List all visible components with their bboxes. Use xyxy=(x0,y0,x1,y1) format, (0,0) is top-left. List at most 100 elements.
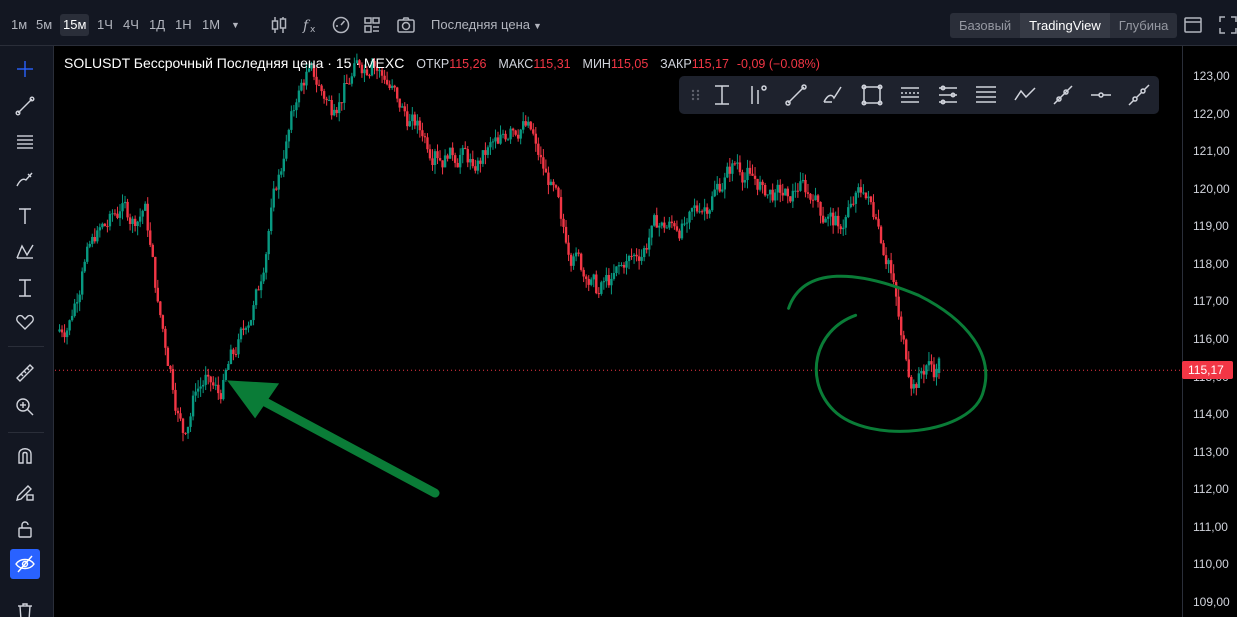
timeframe-1[interactable]: 1м xyxy=(8,14,30,36)
layout-grid-icon[interactable] xyxy=(361,14,383,36)
window-icon[interactable] xyxy=(1182,14,1204,36)
candle-body xyxy=(60,329,64,333)
candle-body xyxy=(229,349,233,364)
trend-line-icon[interactable] xyxy=(12,93,38,119)
candle-body xyxy=(539,154,543,158)
gauge-icon[interactable] xyxy=(330,14,352,36)
brush-icon[interactable] xyxy=(12,166,38,192)
candle-body xyxy=(126,201,129,218)
measure-icon[interactable] xyxy=(12,275,38,301)
timeframe-8[interactable]: 1М xyxy=(199,14,223,36)
candle-body xyxy=(267,230,270,255)
pencil-lock-icon[interactable] xyxy=(12,479,38,505)
camera-icon[interactable] xyxy=(395,14,417,36)
magnet-icon[interactable] xyxy=(12,442,38,468)
hide-drawings-icon[interactable] xyxy=(10,549,40,579)
candle-body xyxy=(650,225,653,238)
view-mode-2[interactable]: TradingView xyxy=(1020,13,1110,38)
ruler-icon[interactable] xyxy=(12,360,38,386)
candle-body xyxy=(201,384,205,387)
view-mode-switch: Базовый TradingView Глубина xyxy=(950,13,1178,38)
lock-icon[interactable] xyxy=(12,516,38,542)
candle-body xyxy=(627,255,631,262)
crosshair-icon[interactable] xyxy=(12,56,38,82)
candle-body xyxy=(705,207,709,214)
candle-body xyxy=(277,174,280,190)
candle-body xyxy=(897,296,900,317)
view-mode-3[interactable]: Глубина xyxy=(1110,13,1178,38)
price-tick-label: 121,00 xyxy=(1193,144,1230,159)
candle-body xyxy=(262,272,265,282)
price-axis[interactable]: 123,00 122,00 121,00 120,00 119,00 118,00 117,… xyxy=(1182,46,1237,617)
candle-body xyxy=(388,84,391,89)
candle-body xyxy=(625,261,628,268)
drag-handle-icon[interactable] xyxy=(683,82,700,108)
heart-icon[interactable] xyxy=(12,309,38,335)
chart-area[interactable]: SOLUSDT Бессрочный Последняя цена · 15 ·… xyxy=(55,46,1182,617)
candle-body xyxy=(542,157,545,169)
rectangle-icon[interactable] xyxy=(859,82,885,108)
candle-body xyxy=(834,215,837,226)
candle-body xyxy=(630,255,633,257)
zoom-in-icon[interactable] xyxy=(12,394,38,420)
text-icon[interactable] xyxy=(12,203,38,229)
brush-icon[interactable] xyxy=(820,82,846,108)
timeframe-6[interactable]: 1Д xyxy=(146,14,168,36)
candle-body xyxy=(688,211,691,223)
extended-line-icon[interactable] xyxy=(1126,82,1152,108)
trash-icon[interactable] xyxy=(12,598,38,617)
candle-body xyxy=(774,192,777,201)
view-mode-1[interactable]: Базовый xyxy=(950,13,1020,38)
price-range-icon[interactable] xyxy=(709,82,735,108)
candle-body xyxy=(111,213,114,215)
candle-body xyxy=(731,163,734,174)
timeframe-7[interactable]: 1Н xyxy=(172,14,195,36)
open-value: 115,26 xyxy=(449,57,487,71)
trend-line-icon[interactable] xyxy=(783,82,809,108)
candle-body xyxy=(622,264,626,268)
fullscreen-icon[interactable] xyxy=(1217,14,1237,36)
candle-body xyxy=(771,189,774,201)
timeframe-more-icon[interactable]: ▼ xyxy=(228,14,243,36)
candle-body xyxy=(65,330,69,338)
fib-extension-icon[interactable] xyxy=(935,82,961,108)
candle-body xyxy=(617,265,621,267)
horizontal-line-icon[interactable] xyxy=(1088,82,1114,108)
candle-body xyxy=(809,193,812,200)
candle-body xyxy=(716,183,719,190)
fib-lines-icon[interactable] xyxy=(12,129,38,155)
fib-retracement-icon[interactable] xyxy=(897,82,923,108)
price-tick-label: 110,00 xyxy=(1193,557,1229,572)
price-tick-label: 111,00 xyxy=(1193,519,1228,534)
candle-body xyxy=(811,199,815,201)
candles-icon[interactable] xyxy=(268,14,290,36)
candle-body xyxy=(108,213,112,227)
candle-body xyxy=(209,376,212,383)
candle-body xyxy=(224,369,228,380)
candle-body xyxy=(665,227,669,229)
ray-icon[interactable] xyxy=(1050,82,1076,108)
flag-marker-icon[interactable] xyxy=(745,82,771,108)
candle-body xyxy=(637,256,641,261)
timeframe-4[interactable]: 1Ч xyxy=(94,14,116,36)
candle-body xyxy=(567,242,570,255)
pattern-icon[interactable] xyxy=(12,239,38,265)
candle-body xyxy=(799,181,802,191)
price-source-dropdown[interactable]: Последняя цена ▼ xyxy=(431,14,542,36)
candle-body xyxy=(915,384,918,388)
candlestick-chart[interactable] xyxy=(55,46,1182,617)
candle-body xyxy=(804,179,807,193)
candle-body xyxy=(295,102,298,111)
parallel-channel-icon[interactable] xyxy=(973,82,999,108)
candle-body xyxy=(234,354,238,356)
timeframe-5[interactable]: 4Ч xyxy=(120,14,142,36)
indicators-icon[interactable]: fx xyxy=(300,14,322,36)
candle-body xyxy=(176,410,180,414)
zigzag-icon[interactable] xyxy=(1012,82,1038,108)
candle-body xyxy=(766,194,769,196)
candle-body xyxy=(181,418,185,433)
timeframe-3[interactable]: 15м xyxy=(60,14,90,36)
candle-body xyxy=(91,236,94,244)
candle-body xyxy=(239,328,243,340)
timeframe-2[interactable]: 5м xyxy=(33,14,55,36)
